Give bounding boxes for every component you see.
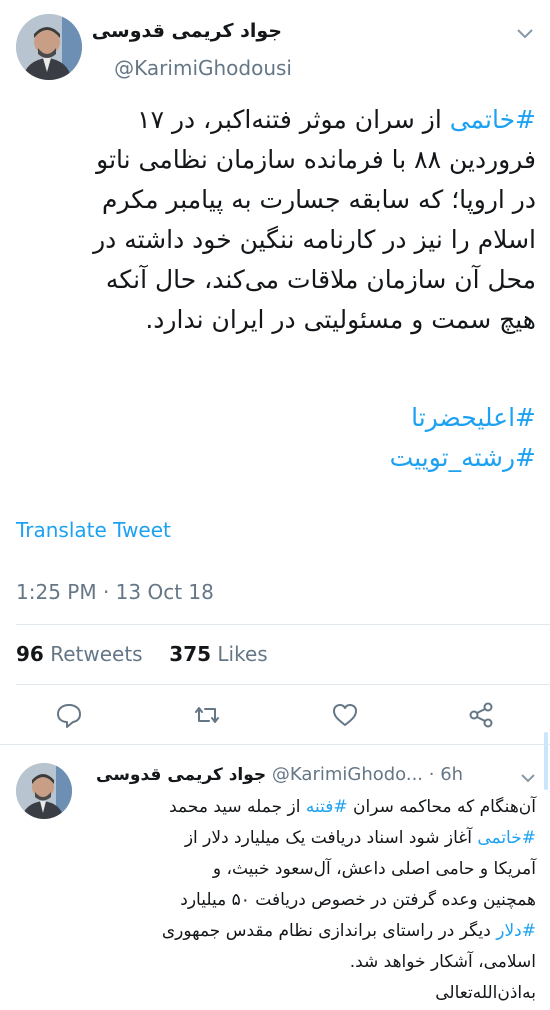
hashtag-link[interactable]: #خاتمی	[450, 105, 536, 134]
chevron-down-icon[interactable]	[520, 768, 536, 789]
hashtag-block: #اعلیحضرتا #رشته_توییت	[16, 398, 536, 478]
tweet-text: #خاتمی از سران موثر فتنه‌اکبر، در ۱۷ فرو…	[16, 100, 536, 340]
divider	[0, 744, 550, 745]
avatar[interactable]	[16, 14, 82, 80]
tweet-line: هیچ سمت و مسئولیتی در ایران ندارد.	[145, 305, 536, 334]
share-icon[interactable]	[466, 700, 496, 730]
hashtag-link[interactable]: #اعلیحضرتا	[411, 403, 536, 432]
reply-line: آمریکا و حامی اصلی داعش، آل‌سعود خبیث، و	[212, 859, 536, 879]
avatar-image	[16, 14, 82, 80]
author-name[interactable]: جواد کریمی قدوسی	[62, 20, 282, 42]
tweet-line: در اروپا؛ که سابقه جسارت به پیامبر مکرم	[102, 185, 536, 214]
hashtag-link[interactable]: #دلار	[496, 921, 536, 941]
reply-line: آن‌هنگام که محاکمه سران #فتنه از جمله سی…	[169, 797, 536, 817]
heart-icon[interactable]	[330, 700, 360, 730]
hashtag-link[interactable]: #خاتمی	[477, 828, 536, 848]
tweet-line: اسلام را نیز در کارنامه ننگین خود داشته …	[93, 225, 536, 254]
scrollbar[interactable]	[544, 732, 548, 790]
reply-author-name[interactable]: جواد کریمی قدوسی	[96, 765, 266, 785]
reply-line: #خاتمی آغاز شود اسناد دریافت یک میلیارد …	[184, 828, 536, 848]
tweet-line: محل آن سازمان ملاقات می‌کند، حال آنکه	[105, 265, 536, 294]
tweet-line: #خاتمی از سران موثر فتنه‌اکبر، در ۱۷	[137, 105, 536, 134]
divider	[16, 624, 550, 625]
tweet-timestamp[interactable]: 1:25 PM · 13 Oct 18	[16, 580, 214, 604]
translate-tweet-link[interactable]: Translate Tweet	[16, 518, 171, 542]
reply-line: همچنین وعده گرفتن در خصوص دریافت ۵۰ میلی…	[180, 890, 536, 910]
retweet-icon[interactable]	[192, 700, 222, 730]
reply-line: #دلار دیگر در راستای براندازی نظام مقدس …	[161, 921, 536, 941]
reply-text: آن‌هنگام که محاکمه سران #فتنه از جمله سی…	[84, 792, 536, 1009]
divider	[16, 684, 550, 685]
reply-header: جواد کریمی قدوسی @KarimiGhodo... · 6h	[96, 764, 526, 785]
tweet-stats: 96 Retweets 375 Likes	[16, 642, 268, 666]
hashtag-link[interactable]: #فتنه	[306, 797, 348, 817]
author-handle[interactable]: @KarimiGhodousi	[114, 56, 292, 80]
retweets-stat[interactable]: 96 Retweets	[16, 642, 143, 666]
reply-time[interactable]: · 6h	[429, 764, 463, 785]
chevron-down-icon[interactable]	[516, 24, 534, 45]
reply-author-handle[interactable]: @KarimiGhodo...	[272, 764, 423, 785]
avatar-image	[16, 763, 72, 819]
tweet-line: فروردین ۸۸ با فرمانده سازمان نظامی ناتو	[96, 145, 536, 174]
hashtag-link[interactable]: #رشته_توییت	[390, 443, 536, 472]
likes-stat[interactable]: 375 Likes	[169, 642, 267, 666]
reply-line: اسلامی، آشکار خواهد شد.	[349, 952, 536, 972]
reply-icon[interactable]	[54, 700, 84, 730]
reply-avatar[interactable]	[16, 763, 72, 819]
reply-line: به‌اذن‌الله‌تعالی	[435, 983, 536, 1003]
